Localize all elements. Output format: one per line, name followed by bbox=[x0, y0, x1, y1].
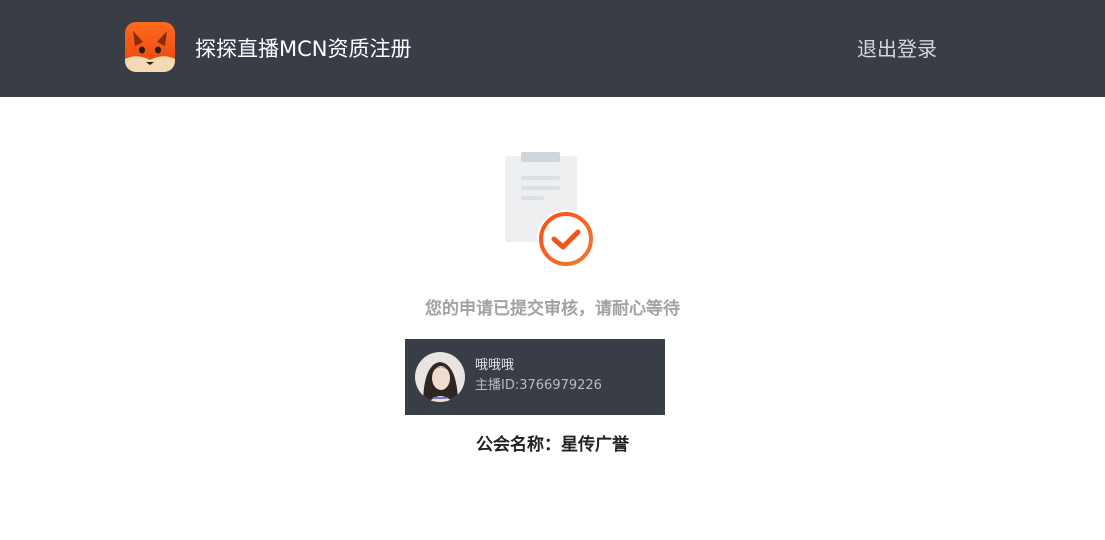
guild-name-label: 公会名称： bbox=[476, 435, 561, 455]
guild-name-line: 公会名称：星传广誉 bbox=[0, 432, 1105, 458]
anchor-id-label: 主播ID: bbox=[475, 378, 520, 393]
anchor-id-value: 3766979226 bbox=[519, 378, 602, 393]
clipboard-check-icon bbox=[500, 148, 600, 272]
top-header: 探探直播MCN资质注册 退出登录 bbox=[0, 0, 1105, 97]
guild-name-value: 星传广誉 bbox=[561, 435, 629, 455]
anchor-name: 哦哦哦 bbox=[475, 358, 515, 373]
submission-status-message: 您的申请已提交审核，请耐心等待 bbox=[425, 299, 680, 319]
avatar bbox=[415, 352, 465, 402]
anchor-id: 主播ID:3766979226 bbox=[475, 377, 602, 395]
site-title: 探探直播MCN资质注册 bbox=[195, 37, 412, 61]
logout-link[interactable]: 退出登录 bbox=[857, 35, 937, 63]
anchor-card: 哦哦哦 主播ID:3766979226 bbox=[405, 339, 665, 415]
fox-logo-icon bbox=[125, 22, 175, 72]
